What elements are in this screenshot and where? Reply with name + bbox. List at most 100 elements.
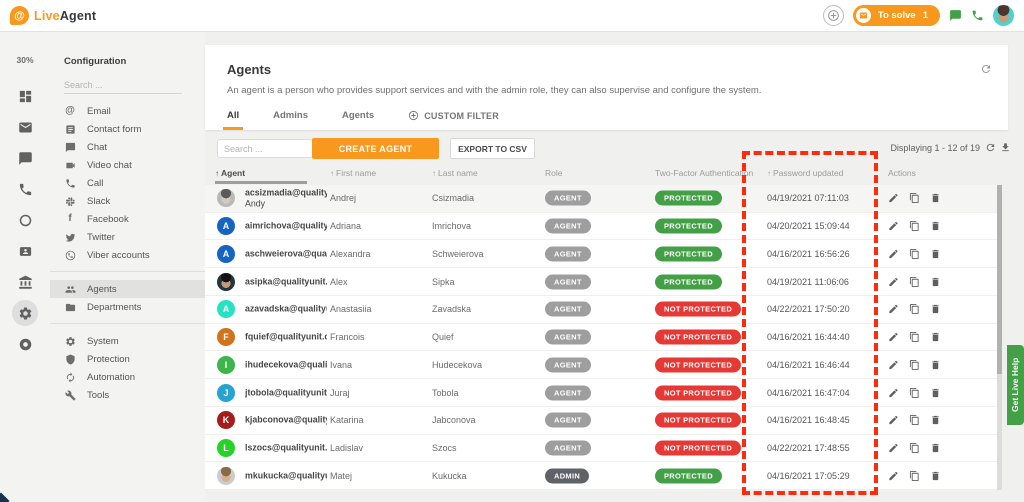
copy-button[interactable] — [909, 248, 920, 259]
refresh-icon — [980, 63, 992, 75]
edit-button[interactable] — [888, 304, 899, 315]
copy-button[interactable] — [909, 359, 920, 370]
scrollbar-thumb[interactable] — [997, 185, 1002, 374]
sidebar-item-contact-form[interactable]: Contact form — [50, 120, 205, 138]
table-row[interactable]: acsizmadia@qualityuniAndyAndrejCsizmadia… — [205, 185, 1002, 213]
column-header-agent[interactable]: ↑Agent — [215, 168, 245, 178]
rail-item-bank[interactable] — [12, 269, 38, 295]
edit-button[interactable] — [888, 387, 899, 398]
export-csv-button[interactable]: EXPORT TO CSV — [450, 138, 535, 159]
sidebar-item-email[interactable]: @Email — [50, 102, 205, 120]
rail-item-mail[interactable] — [12, 114, 38, 140]
rail-item-donut[interactable] — [12, 331, 38, 357]
rail-item-settings[interactable] — [12, 300, 38, 326]
copy-button[interactable] — [909, 304, 920, 315]
column-header-two-factor-authentication[interactable]: Two-Factor Authentication — [655, 168, 753, 178]
edit-button[interactable] — [888, 221, 899, 232]
table-row[interactable]: Aaimrichova@qualityunitAdrianaImrichovaA… — [205, 213, 1002, 241]
to-solve-button[interactable]: To solve 1 — [853, 5, 940, 26]
delete-button[interactable] — [930, 304, 941, 315]
table-row[interactable]: Kkjabconova@qualityuniKatarinaJabconovaA… — [205, 407, 1002, 435]
table-row[interactable]: mkukucka@qualityunit.MatejKukuckaADMINPR… — [205, 462, 1002, 490]
tab-agents[interactable]: Agents — [342, 110, 374, 130]
sidebar-item-chat[interactable]: Chat — [50, 138, 205, 156]
edit-button[interactable] — [888, 359, 899, 370]
edit-button[interactable] — [888, 442, 899, 453]
rail-item-phone[interactable] — [12, 176, 38, 202]
delete-button[interactable] — [930, 193, 941, 204]
column-header-role[interactable]: Role — [545, 168, 562, 178]
tab-admins[interactable]: Admins — [273, 110, 308, 130]
delete-button[interactable] — [930, 359, 941, 370]
user-avatar[interactable] — [993, 5, 1014, 26]
copy-button[interactable] — [909, 332, 920, 343]
sidebar-item-system[interactable]: System — [50, 332, 205, 350]
sidebar-item-agents[interactable]: Agents — [50, 280, 205, 298]
tab-all[interactable]: All — [227, 110, 239, 130]
custom-filter-button[interactable]: CUSTOM FILTER — [408, 110, 499, 130]
copy-button[interactable] — [909, 193, 920, 204]
create-agent-button[interactable]: CREATE AGENT — [312, 138, 439, 159]
delete-button[interactable] — [930, 470, 941, 481]
chat-button[interactable] — [949, 9, 962, 22]
sidebar-item-video-chat[interactable]: Video chat — [50, 156, 205, 174]
sidebar-item-slack[interactable]: Slack — [50, 192, 205, 210]
add-circle-button[interactable] — [823, 5, 844, 26]
delete-button[interactable] — [930, 276, 941, 287]
delete-button[interactable] — [930, 442, 941, 453]
rail-item-ring[interactable] — [12, 207, 38, 233]
get-live-help-button[interactable]: Get Live Help — [1007, 345, 1024, 425]
rail-item-chat[interactable] — [12, 145, 38, 171]
delete-button[interactable] — [930, 248, 941, 259]
copy-button[interactable] — [909, 470, 920, 481]
table-search-input[interactable] — [217, 139, 313, 158]
table-row[interactable]: Ffquief@qualityunit.comFrancoisQuiefAGEN… — [205, 324, 1002, 352]
refresh-icon[interactable] — [985, 142, 996, 153]
delete-button[interactable] — [930, 415, 941, 426]
copy-button[interactable] — [909, 442, 920, 453]
copy-button[interactable] — [909, 221, 920, 232]
copy-button[interactable] — [909, 276, 920, 287]
download-icon[interactable] — [1000, 142, 1011, 153]
phone-button[interactable] — [971, 9, 984, 22]
delete-button[interactable] — [930, 387, 941, 398]
sidebar-item-protection[interactable]: Protection — [50, 350, 205, 368]
sidebar-search-input[interactable] — [64, 77, 182, 94]
row-actions — [888, 304, 941, 315]
edit-button[interactable] — [888, 248, 899, 259]
sidebar-item-automation[interactable]: Automation — [50, 368, 205, 386]
edit-button[interactable] — [888, 276, 899, 287]
edit-button[interactable] — [888, 193, 899, 204]
sidebar-item-call[interactable]: Call — [50, 174, 205, 192]
table-row[interactable]: Jjtobola@qualityunit.corJurajTobolaAGENT… — [205, 379, 1002, 407]
column-header-actions[interactable]: Actions — [888, 168, 916, 178]
rail-item-contact-card[interactable] — [12, 238, 38, 264]
edit-button[interactable] — [888, 332, 899, 343]
at-icon: @ — [65, 106, 75, 116]
agent-last-name: Quief — [432, 332, 454, 342]
copy-button[interactable] — [909, 415, 920, 426]
sidebar-item-viber-accounts[interactable]: Viber accounts — [50, 246, 205, 264]
edit-button[interactable] — [888, 415, 899, 426]
delete-button[interactable] — [930, 221, 941, 232]
table-row[interactable]: Iihudecekova@qualityurIvanaHudecekovaAGE… — [205, 351, 1002, 379]
sidebar-item-facebook[interactable]: fFacebook — [50, 210, 205, 228]
column-header-last-name[interactable]: ↑Last name — [432, 168, 478, 178]
pencil-icon — [888, 276, 899, 287]
edit-button[interactable] — [888, 470, 899, 481]
table-row[interactable]: Aaschweierova@qualityAlexandraSchweierov… — [205, 240, 1002, 268]
column-header-password-updated[interactable]: ↑Password updated — [767, 168, 843, 178]
sidebar-item-twitter[interactable]: Twitter — [50, 228, 205, 246]
sidebar-item-departments[interactable]: Departments — [50, 298, 205, 316]
refresh-icon[interactable] — [980, 63, 992, 75]
table-row[interactable]: Aazavadska@qualityunitAnastasiiaZavadska… — [205, 296, 1002, 324]
table-row[interactable]: asipka@qualityunit.conAlexSipkaAGENTPROT… — [205, 268, 1002, 296]
rail-item-dashboard[interactable] — [12, 83, 38, 109]
column-header-first-name[interactable]: ↑First name — [330, 168, 376, 178]
agent-first-name: Adriana — [330, 221, 361, 231]
table-row[interactable]: Llszocs@qualityunit.conLadislavSzocsAGEN… — [205, 435, 1002, 463]
copy-button[interactable] — [909, 387, 920, 398]
table-scrollbar[interactable] — [997, 185, 1002, 490]
delete-button[interactable] — [930, 332, 941, 343]
sidebar-item-tools[interactable]: Tools — [50, 386, 205, 404]
